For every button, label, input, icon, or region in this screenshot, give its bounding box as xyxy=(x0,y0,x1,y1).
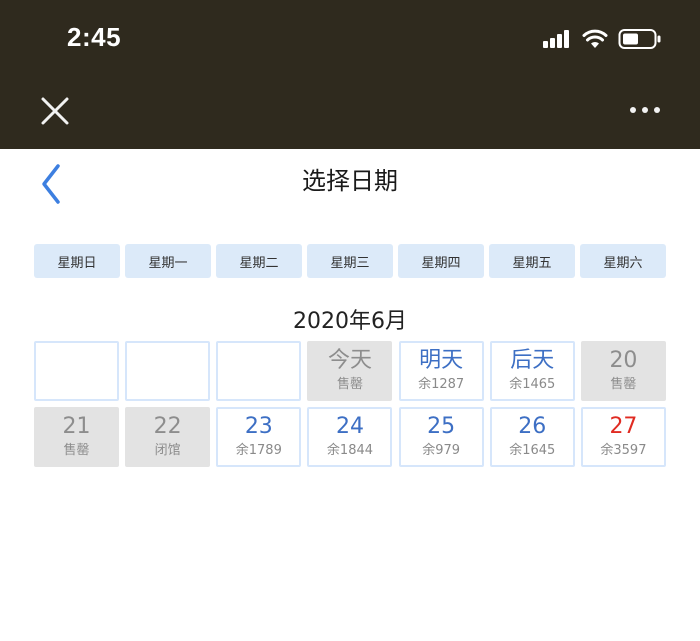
date-cell-today[interactable]: 今天 售罄 xyxy=(307,341,393,401)
date-cell-22[interactable]: 22 闭馆 xyxy=(125,407,211,467)
date-label: 21 xyxy=(62,414,91,439)
weekday-fri: 星期五 xyxy=(489,244,575,278)
battery-icon xyxy=(618,29,661,49)
date-cell-day-after[interactable]: 后天 余1465 xyxy=(489,341,575,401)
availability-label: 余1645 xyxy=(509,443,556,458)
calendar-empty-cell xyxy=(125,341,211,401)
close-icon[interactable] xyxy=(38,94,72,128)
availability-label: 余1465 xyxy=(509,377,556,392)
calendar-grid: 今天 售罄 明天 余1287 后天 余1465 20 售罄 21 售罄 22 闭… xyxy=(34,341,666,473)
date-label: 今天 xyxy=(327,348,372,373)
date-cell-27[interactable]: 27 余3597 xyxy=(580,407,666,467)
date-label: 20 xyxy=(609,348,638,373)
signal-icon xyxy=(543,30,569,48)
weekday-tue: 星期二 xyxy=(216,244,302,278)
availability-label: 闭馆 xyxy=(154,443,181,458)
weekday-wed: 星期三 xyxy=(307,244,393,278)
calendar-week-row: 21 售罄 22 闭馆 23 余1789 24 余1844 25 余979 26… xyxy=(34,407,666,467)
date-cell-24[interactable]: 24 余1844 xyxy=(307,407,393,467)
page-title: 选择日期 xyxy=(302,167,398,195)
calendar-empty-cell xyxy=(216,341,302,401)
month-label: 2020年6月 xyxy=(293,309,407,334)
date-label: 明天 xyxy=(419,348,464,373)
weekday-sun: 星期日 xyxy=(34,244,120,278)
status-icons xyxy=(542,25,662,53)
weekday-mon: 星期一 xyxy=(125,244,211,278)
date-label: 26 xyxy=(518,414,547,439)
date-cell-21[interactable]: 21 售罄 xyxy=(34,407,119,467)
status-time: 2:45 xyxy=(67,22,122,52)
weekday-header: 星期日 星期一 星期二 星期三 星期四 星期五 星期六 xyxy=(34,244,666,278)
date-cell-23[interactable]: 23 余1789 xyxy=(216,407,302,467)
wifi-icon xyxy=(582,29,608,48)
date-cell-26[interactable]: 26 余1645 xyxy=(489,407,575,467)
date-label: 24 xyxy=(335,414,364,439)
availability-label: 售罄 xyxy=(610,377,637,392)
date-cell-20[interactable]: 20 售罄 xyxy=(580,341,666,401)
status-bar: 2:45 xyxy=(0,0,700,149)
availability-label: 余1844 xyxy=(326,443,374,458)
date-cell-tomorrow[interactable]: 明天 余1287 xyxy=(398,341,484,401)
availability-label: 售罄 xyxy=(63,443,90,458)
more-icon[interactable] xyxy=(628,100,662,120)
availability-label: 售罄 xyxy=(336,377,363,392)
calendar-week-row: 今天 售罄 明天 余1287 后天 余1465 20 售罄 xyxy=(34,341,666,401)
availability-label: 余1789 xyxy=(235,443,282,458)
date-label: 25 xyxy=(427,414,456,439)
weekday-thu: 星期四 xyxy=(398,244,484,278)
date-label: 22 xyxy=(153,414,182,439)
weekday-sat: 星期六 xyxy=(580,244,666,278)
date-cell-25[interactable]: 25 余979 xyxy=(398,407,484,467)
availability-label: 余3597 xyxy=(600,443,647,458)
availability-label: 余1287 xyxy=(418,377,465,392)
calendar-empty-cell xyxy=(34,341,119,401)
date-label: 23 xyxy=(244,414,273,439)
date-label: 27 xyxy=(609,414,638,439)
date-label: 后天 xyxy=(510,348,555,373)
availability-label: 余979 xyxy=(422,443,461,458)
